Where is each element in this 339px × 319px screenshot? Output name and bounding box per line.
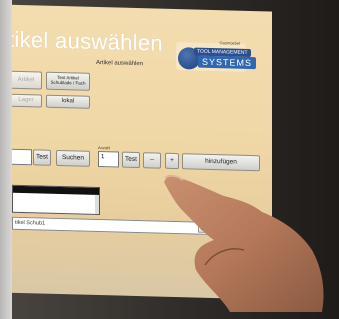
lokal-button[interactable]: lokal — [46, 94, 90, 109]
test-artikel-button[interactable]: Test Artikel Schublade / Fach — [46, 71, 90, 91]
company-logo: Gasmoebel TOOL MANAGEMENT SYSTEMS — [176, 40, 257, 72]
page-title: tikel auswählen — [8, 26, 163, 56]
logo-line2: SYSTEMS — [198, 55, 257, 70]
anzahl-label: Anzahl — [98, 145, 111, 151]
article-list[interactable] — [12, 184, 100, 216]
page-subtitle: Artikel auswählen — [96, 59, 144, 68]
hinzufuegen-button[interactable]: hinzufügen — [182, 153, 260, 172]
logo-top-text: Gasmoebel — [219, 40, 240, 46]
touchscreen: tikel auswählen Artikel auswählen Gasmoe… — [0, 4, 272, 300]
anzahl-input[interactable]: 1 — [98, 151, 119, 168]
test-button-1[interactable]: Test — [33, 149, 51, 166]
minus-button[interactable]: -- — [143, 152, 161, 169]
list-scrollbar[interactable] — [95, 194, 99, 215]
test-button-2[interactable]: Test — [122, 151, 140, 169]
search-input[interactable] — [10, 148, 32, 166]
plus-button[interactable]: + — [165, 152, 179, 170]
lager-button[interactable]: Lager — [10, 93, 42, 108]
screen-left-edge — [0, 0, 12, 319]
suchen-button[interactable]: Suchen — [56, 149, 90, 167]
status-bar: tikel Schub1 Löschen — [12, 216, 224, 236]
status-text: tikel Schub1 — [15, 219, 45, 227]
selected-list-row[interactable] — [13, 185, 99, 196]
artikel-button[interactable]: Artikel — [10, 70, 42, 90]
delete-button[interactable]: Löschen — [198, 223, 222, 234]
